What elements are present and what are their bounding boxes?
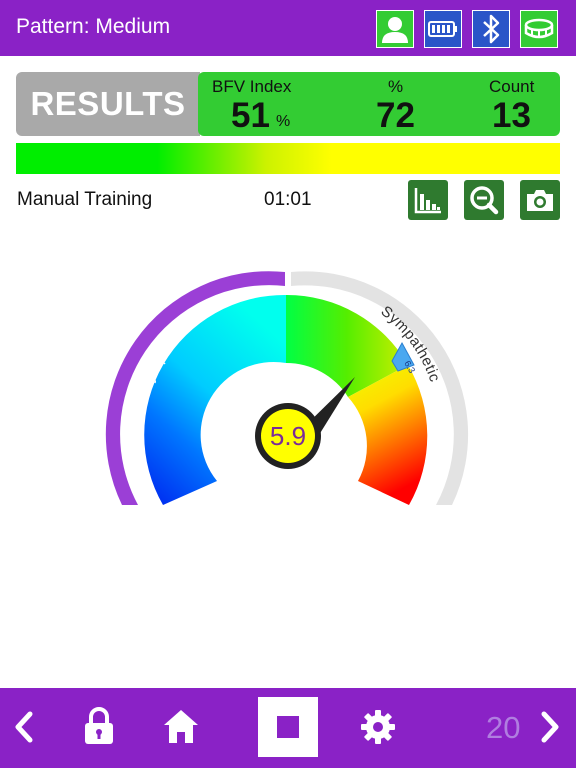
training-mode-label: Manual Training <box>17 189 153 210</box>
pattern-title: Pattern: Medium <box>16 15 171 38</box>
bluetooth-button[interactable] <box>472 10 510 48</box>
chevron-left-icon <box>15 711 33 743</box>
lock-button[interactable] <box>82 706 116 746</box>
bfv-index-value: 51 <box>231 96 270 135</box>
count-label: Count <box>489 77 535 96</box>
results-label: RESULTS <box>16 72 200 136</box>
count-value: 13 <box>492 96 531 135</box>
home-icon <box>164 710 198 743</box>
results-stats-panel: BFV Index 51 % % 72 Count 13 <box>198 72 560 136</box>
chart-button[interactable] <box>408 180 448 220</box>
battery-icon <box>424 10 462 48</box>
feedback-gradient-bar <box>16 143 560 174</box>
zoom-out-button[interactable] <box>464 180 504 220</box>
stress-gauge: Parasympathetic Sympathetic 6.3 5.9 <box>105 271 469 505</box>
camera-button[interactable] <box>520 180 560 220</box>
bfv-index-unit: % <box>276 113 291 130</box>
sensor-icon <box>520 10 558 48</box>
back-button[interactable] <box>12 710 36 744</box>
zoom-out-icon <box>470 186 499 215</box>
bluetooth-icon <box>472 10 510 48</box>
bfv-index-label: BFV Index <box>212 77 292 96</box>
stop-icon <box>277 716 299 738</box>
stop-button[interactable] <box>258 697 318 757</box>
forward-button[interactable] <box>538 710 562 744</box>
session-timer: 01:01 <box>264 189 312 210</box>
sensor-button[interactable] <box>520 10 558 48</box>
gauge-value: 5.9 <box>270 421 306 451</box>
gear-icon <box>361 710 395 744</box>
chevron-right-icon <box>541 711 559 743</box>
battery-button[interactable] <box>424 10 462 48</box>
lock-icon <box>85 707 113 744</box>
user-button[interactable] <box>376 10 414 48</box>
top-bar: Pattern: Medium <box>0 0 576 56</box>
bar-chart-icon <box>414 188 441 214</box>
percent-value: 72 <box>376 96 415 135</box>
settings-button[interactable] <box>359 708 397 746</box>
camera-icon <box>527 190 553 211</box>
home-button[interactable] <box>162 707 200 745</box>
percent-label: % <box>388 77 404 96</box>
page-number: 20 <box>486 710 521 745</box>
user-icon <box>376 10 414 48</box>
